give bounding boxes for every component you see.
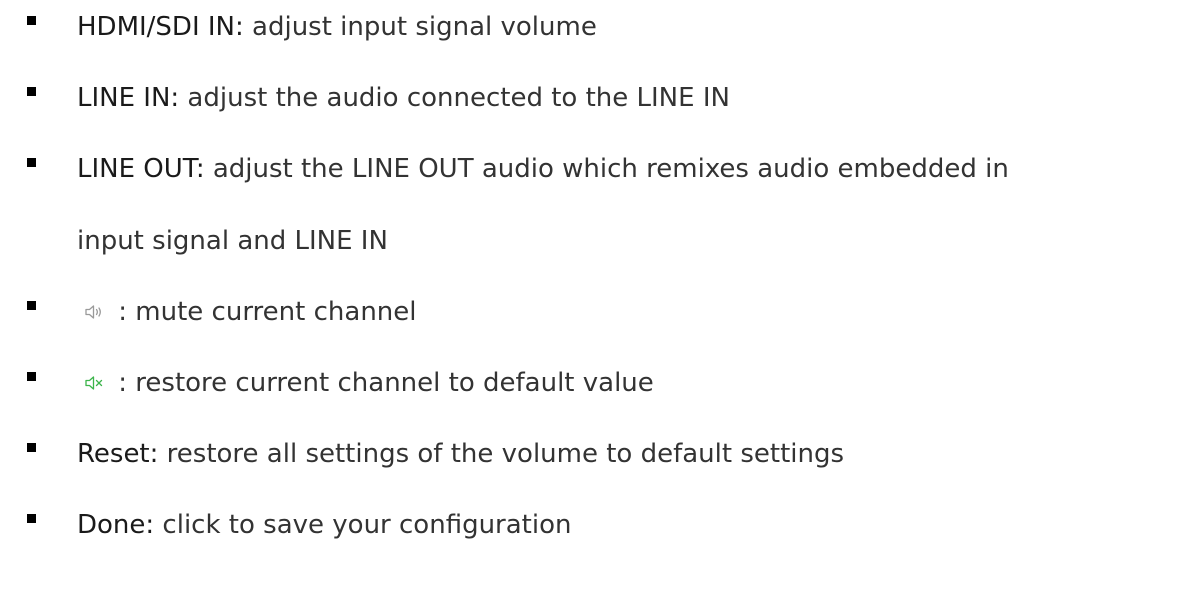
list-item-term: LINE OUT: [77,154,205,184]
list-item-term: Done: [77,510,155,540]
list-item-desc-continued: input signal and LINE IN [77,226,388,256]
list-item-text: Done: click to save your configuration [77,502,1177,549]
list-item-text: Reset: restore all settings of the volum… [77,431,1177,478]
bullet-icon [27,372,36,381]
list-item-term: Reset: [77,439,159,469]
speaker-muted-icon [84,361,106,390]
list-item-text: LINE OUT: adjust the LINE OUT audio whic… [77,146,1177,193]
list-item-text-continued: input signal and LINE IN [77,218,1177,265]
list-item-text: HDMI/SDI IN: adjust input signal volume [77,4,1177,51]
list-item-desc: click to save your configuration [154,510,572,540]
list-item-term: HDMI/SDI IN: [77,12,244,42]
list-item-term: LINE IN: [77,83,180,113]
list-item-desc: restore all settings of the volume to de… [158,439,845,469]
list-item-text: : mute current channel [77,289,1177,336]
bullet-icon [27,16,36,25]
feature-list: HDMI/SDI IN: adjust input signal volume … [0,0,1198,595]
list-item-desc: : mute current channel [110,297,417,327]
bullet-icon [27,87,36,96]
bullet-icon [27,158,36,167]
list-item-desc: : restore current channel to default val… [110,368,654,398]
bullet-icon [27,301,36,310]
list-item-text: LINE IN: adjust the audio connected to t… [77,75,1177,122]
speaker-icon [84,290,106,319]
list-item-text: : restore current channel to default val… [77,360,1177,407]
list-item-desc: adjust the audio connected to the LINE I… [179,83,730,113]
list-item-desc: adjust input signal volume [243,12,597,42]
bullet-icon [27,443,36,452]
bullet-icon [27,514,36,523]
list-item-desc: adjust the LINE OUT audio which remixes … [204,154,1009,184]
